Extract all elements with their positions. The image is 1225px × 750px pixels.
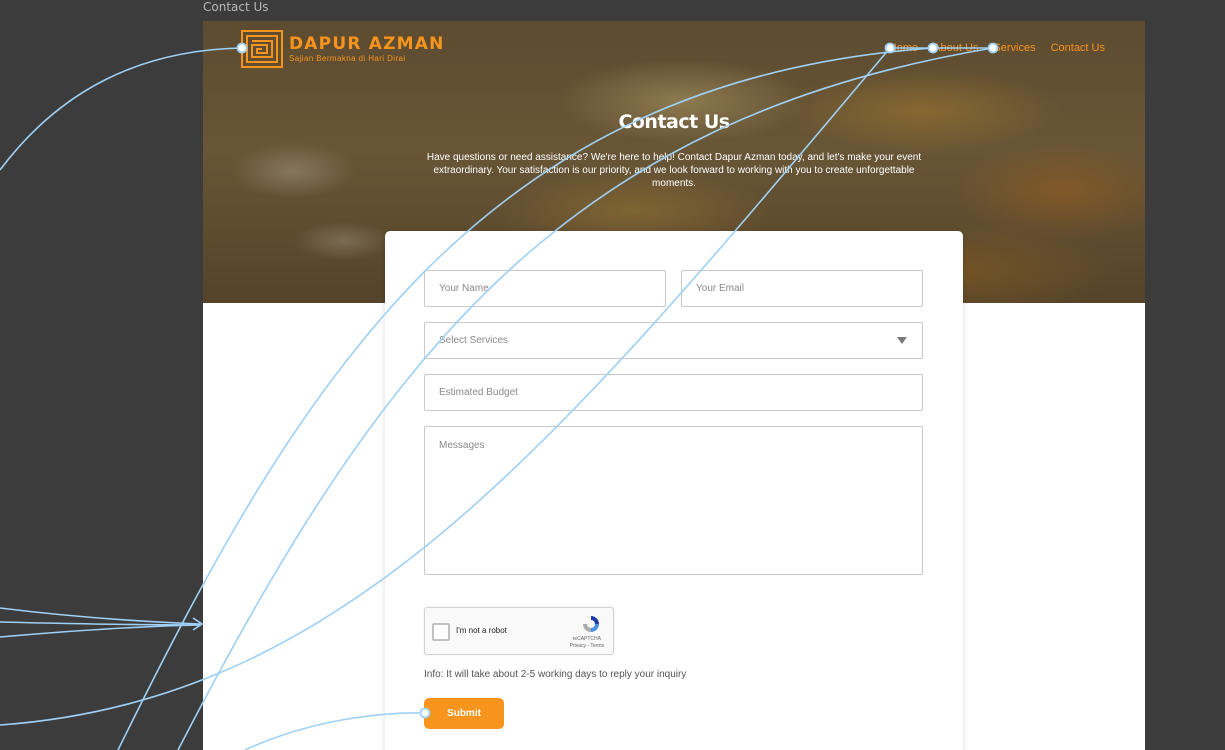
recaptcha-checkbox[interactable]	[432, 623, 450, 641]
nav-about[interactable]: About Us	[933, 42, 978, 54]
service-select[interactable]: Select Services	[424, 322, 923, 359]
message-textarea[interactable]: Messages	[424, 426, 923, 575]
dropdown-arrow-icon	[897, 337, 907, 344]
contact-form-card: Your Name Your Email Select Services Est…	[385, 231, 963, 750]
kufic-logo-icon	[241, 30, 283, 68]
service-select-placeholder: Select Services	[439, 335, 508, 346]
submit-button[interactable]: Submit	[424, 698, 504, 729]
budget-input[interactable]: Estimated Budget	[424, 374, 923, 411]
name-input[interactable]: Your Name	[424, 270, 666, 307]
hero-description: Have questions or need assistance? We're…	[426, 152, 922, 189]
brand-title: DAPUR AZMAN	[289, 34, 445, 54]
nav-contact[interactable]: Contact Us	[1051, 42, 1105, 54]
brand-logo[interactable]: DAPUR AZMAN Sajian Bermakna di Hari Dira…	[241, 30, 445, 68]
recaptcha-brand: reCAPTCHA	[572, 636, 601, 642]
recaptcha-widget: I'm not a robot reCAPTCHA Privacy - Term…	[424, 607, 614, 655]
main-nav: Home About Us Services Contact Us	[889, 42, 1105, 54]
nav-home[interactable]: Home	[889, 42, 918, 54]
reply-info-text: Info: It will take about 2-5 working day…	[424, 669, 687, 680]
brand-tagline: Sajian Bermakna di Hari Dirai	[289, 54, 406, 63]
recaptcha-label: I'm not a robot	[456, 626, 507, 635]
frame-label: Contact Us	[203, 0, 269, 14]
nav-services[interactable]: Services	[993, 42, 1035, 54]
page-title: Contact Us	[618, 111, 730, 133]
recaptcha-links[interactable]: Privacy - Terms	[570, 643, 604, 650]
contact-page-frame: DAPUR AZMAN Sajian Bermakna di Hari Dira…	[203, 21, 1145, 750]
email-input[interactable]: Your Email	[681, 270, 923, 307]
